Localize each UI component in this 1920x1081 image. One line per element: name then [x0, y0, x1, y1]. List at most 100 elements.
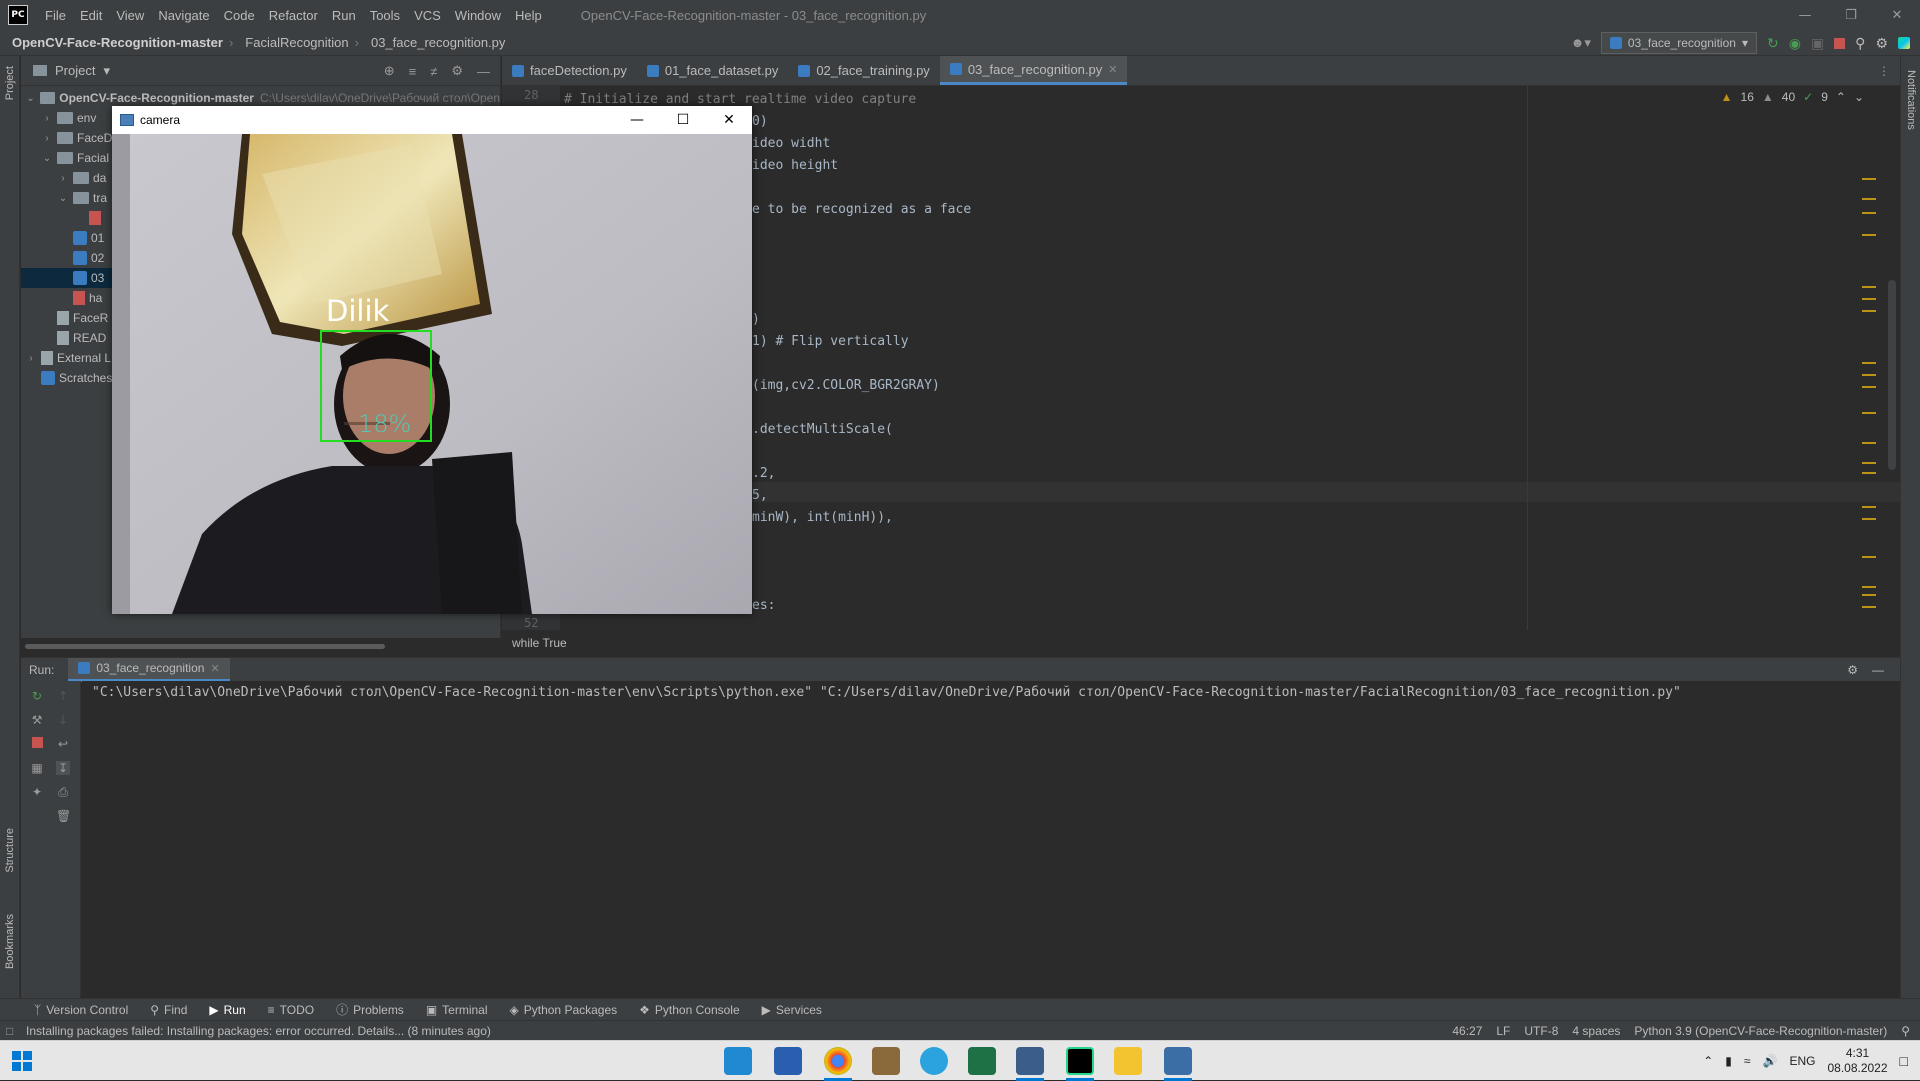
close-tab-icon[interactable]: ✕ — [1108, 63, 1117, 76]
file-encoding[interactable]: UTF-8 — [1524, 1024, 1558, 1038]
camera-minimize-icon[interactable]: — — [614, 106, 660, 134]
code-breadcrumb[interactable]: while True — [502, 630, 1900, 656]
chrome-icon[interactable] — [824, 1047, 852, 1075]
rerun-icon[interactable]: ↻ — [30, 689, 44, 703]
python-interpreter[interactable]: Python 3.9 (OpenCV-Face-Recognition-mast… — [1634, 1024, 1887, 1038]
menu-edit[interactable]: Edit — [73, 8, 109, 23]
notification-center-icon[interactable]: □ — [1900, 1053, 1908, 1069]
bookmarks-tool-button[interactable]: Bookmarks — [4, 914, 16, 969]
notifications-tool-button[interactable]: Notifications — [1905, 70, 1917, 130]
tab-face-dataset[interactable]: 01_face_dataset.py — [637, 56, 788, 85]
save-app-icon[interactable] — [774, 1047, 802, 1075]
pin-icon[interactable]: ✦ — [30, 785, 44, 799]
error-stripe-mark[interactable] — [1862, 362, 1876, 364]
stop-icon[interactable] — [30, 737, 44, 751]
tool-tab-todo[interactable]: ≡ TODO — [268, 1003, 314, 1017]
chevron-right-icon[interactable]: › — [57, 173, 69, 184]
error-stripe-mark[interactable] — [1862, 472, 1876, 474]
camera-python-icon[interactable] — [1164, 1047, 1192, 1075]
more-tabs-icon[interactable]: ⋮ — [1878, 64, 1890, 78]
camera-window[interactable]: camera — ☐ ✕ Dilik 18% — [112, 106, 752, 614]
menu-view[interactable]: View — [109, 8, 151, 23]
run-tab[interactable]: 03_face_recognition ✕ — [68, 657, 230, 682]
trash-icon[interactable]: 🗑 — [56, 809, 71, 823]
line-separator[interactable]: LF — [1496, 1024, 1510, 1038]
jetbrains-icon[interactable] — [1898, 37, 1910, 49]
expand-all-icon[interactable]: ≡ — [409, 64, 417, 79]
close-tab-icon[interactable]: ✕ — [210, 662, 219, 675]
editor-scrollbar[interactable] — [1888, 280, 1896, 470]
tab-face-detection[interactable]: faceDetection.py — [502, 56, 637, 85]
error-stripe-mark[interactable] — [1862, 594, 1876, 596]
chevron-right-icon[interactable]: › — [41, 113, 53, 124]
coverage-icon[interactable]: ▣ — [1811, 35, 1824, 52]
tool-tab-find[interactable]: ⚲ Find — [150, 1003, 187, 1017]
wrench-icon[interactable]: ⚒ — [30, 713, 44, 727]
user-icon[interactable]: ☻▾ — [1571, 35, 1591, 51]
menu-run[interactable]: Run — [325, 8, 363, 23]
breadcrumb-folder[interactable]: FacialRecognition — [233, 35, 354, 50]
run-console[interactable]: "C:\Users\dilav\OneDrive\Рабочий стол\Op… — [82, 681, 1900, 998]
layout-icon[interactable]: ▦ — [30, 761, 44, 775]
language-indicator[interactable]: ENG — [1789, 1054, 1815, 1068]
excel-icon[interactable] — [968, 1047, 996, 1075]
error-stripe-mark[interactable] — [1862, 286, 1876, 288]
hide-icon[interactable]: — — [477, 64, 490, 79]
error-stripe-mark[interactable] — [1862, 606, 1876, 608]
menu-code[interactable]: Code — [217, 8, 262, 23]
lock-icon[interactable]: ⚲ — [1901, 1024, 1910, 1038]
breadcrumb-file[interactable]: 03_face_recognition.py — [359, 35, 511, 50]
locate-icon[interactable]: ⊕ — [384, 63, 395, 79]
menu-refactor[interactable]: Refactor — [262, 8, 325, 23]
file-explorer-icon[interactable] — [1114, 1047, 1142, 1075]
menu-window[interactable]: Window — [448, 8, 508, 23]
windows-start-icon[interactable] — [12, 1051, 32, 1071]
breadcrumb-project[interactable]: OpenCV-Face-Recognition-master — [0, 35, 229, 50]
soft-wrap-icon[interactable]: ↩ — [56, 737, 70, 751]
error-stripe-mark[interactable] — [1862, 556, 1876, 558]
menu-help[interactable]: Help — [508, 8, 549, 23]
minimize-icon[interactable]: — — [1782, 0, 1828, 30]
app-cube-icon[interactable] — [872, 1047, 900, 1075]
menu-vcs[interactable]: VCS — [407, 8, 448, 23]
error-stripe-mark[interactable] — [1862, 374, 1876, 376]
error-stripe-mark[interactable] — [1862, 212, 1876, 214]
wifi-icon[interactable]: ≈ — [1744, 1054, 1751, 1068]
cursor-position[interactable]: 46:27 — [1452, 1024, 1482, 1038]
structure-tool-button[interactable]: Structure — [4, 828, 16, 873]
status-layout-icon[interactable]: □ — [6, 1024, 13, 1038]
volume-icon[interactable]: 🔊 — [1763, 1054, 1778, 1068]
error-stripe-mark[interactable] — [1862, 298, 1876, 300]
chevron-down-icon[interactable]: ▾ — [103, 63, 110, 79]
clock[interactable]: 4:31 08.08.2022 — [1827, 1046, 1887, 1076]
tab-face-recognition[interactable]: 03_face_recognition.py ✕ — [939, 56, 1128, 85]
tree-item[interactable]: ⌄ OpenCV-Face-Recognition-master C:\Users\… — [21, 88, 500, 108]
project-panel-title[interactable]: Project — [55, 63, 95, 78]
project-horizontal-scrollbar[interactable] — [21, 642, 501, 650]
chevron-down-icon[interactable]: ⌄ — [41, 153, 53, 164]
tool-tab-python-packages[interactable]: ◈ Python Packages — [510, 1003, 618, 1017]
status-message[interactable]: Installing packages failed: Installing p… — [0, 1024, 491, 1038]
menu-tools[interactable]: Tools — [363, 8, 407, 23]
error-stripe-mark[interactable] — [1862, 310, 1876, 312]
error-stripe-mark[interactable] — [1862, 518, 1876, 520]
gear-icon[interactable]: ⚙ — [1847, 663, 1858, 677]
error-stripe-mark[interactable] — [1862, 386, 1876, 388]
pycharm-taskbar-icon[interactable] — [1066, 1047, 1094, 1075]
stop-icon[interactable] — [1834, 37, 1846, 49]
tray-chevron-up-icon[interactable]: ⌃ — [1703, 1054, 1713, 1068]
rerun-icon[interactable]: ↻ — [1767, 35, 1779, 52]
settings-icon[interactable]: ⚙ — [1875, 35, 1888, 52]
camera-maximize-icon[interactable]: ☐ — [660, 106, 706, 134]
arrow-down-icon[interactable]: ↓ — [56, 713, 70, 727]
restore-icon[interactable]: ❐ — [1828, 0, 1874, 30]
scroll-to-end-icon[interactable]: ↧ — [56, 761, 70, 775]
tool-tab-run[interactable]: ▶ Run — [209, 1003, 245, 1017]
network-app-icon[interactable] — [1016, 1047, 1044, 1075]
search-icon[interactable]: ⚲ — [1855, 35, 1865, 52]
error-stripe-mark[interactable] — [1862, 198, 1876, 200]
chevron-down-icon[interactable]: ⌄ — [25, 93, 36, 104]
chevron-right-icon[interactable]: › — [25, 353, 37, 364]
error-stripe-mark[interactable] — [1862, 462, 1876, 464]
chevron-down-icon[interactable]: ⌄ — [57, 193, 69, 204]
